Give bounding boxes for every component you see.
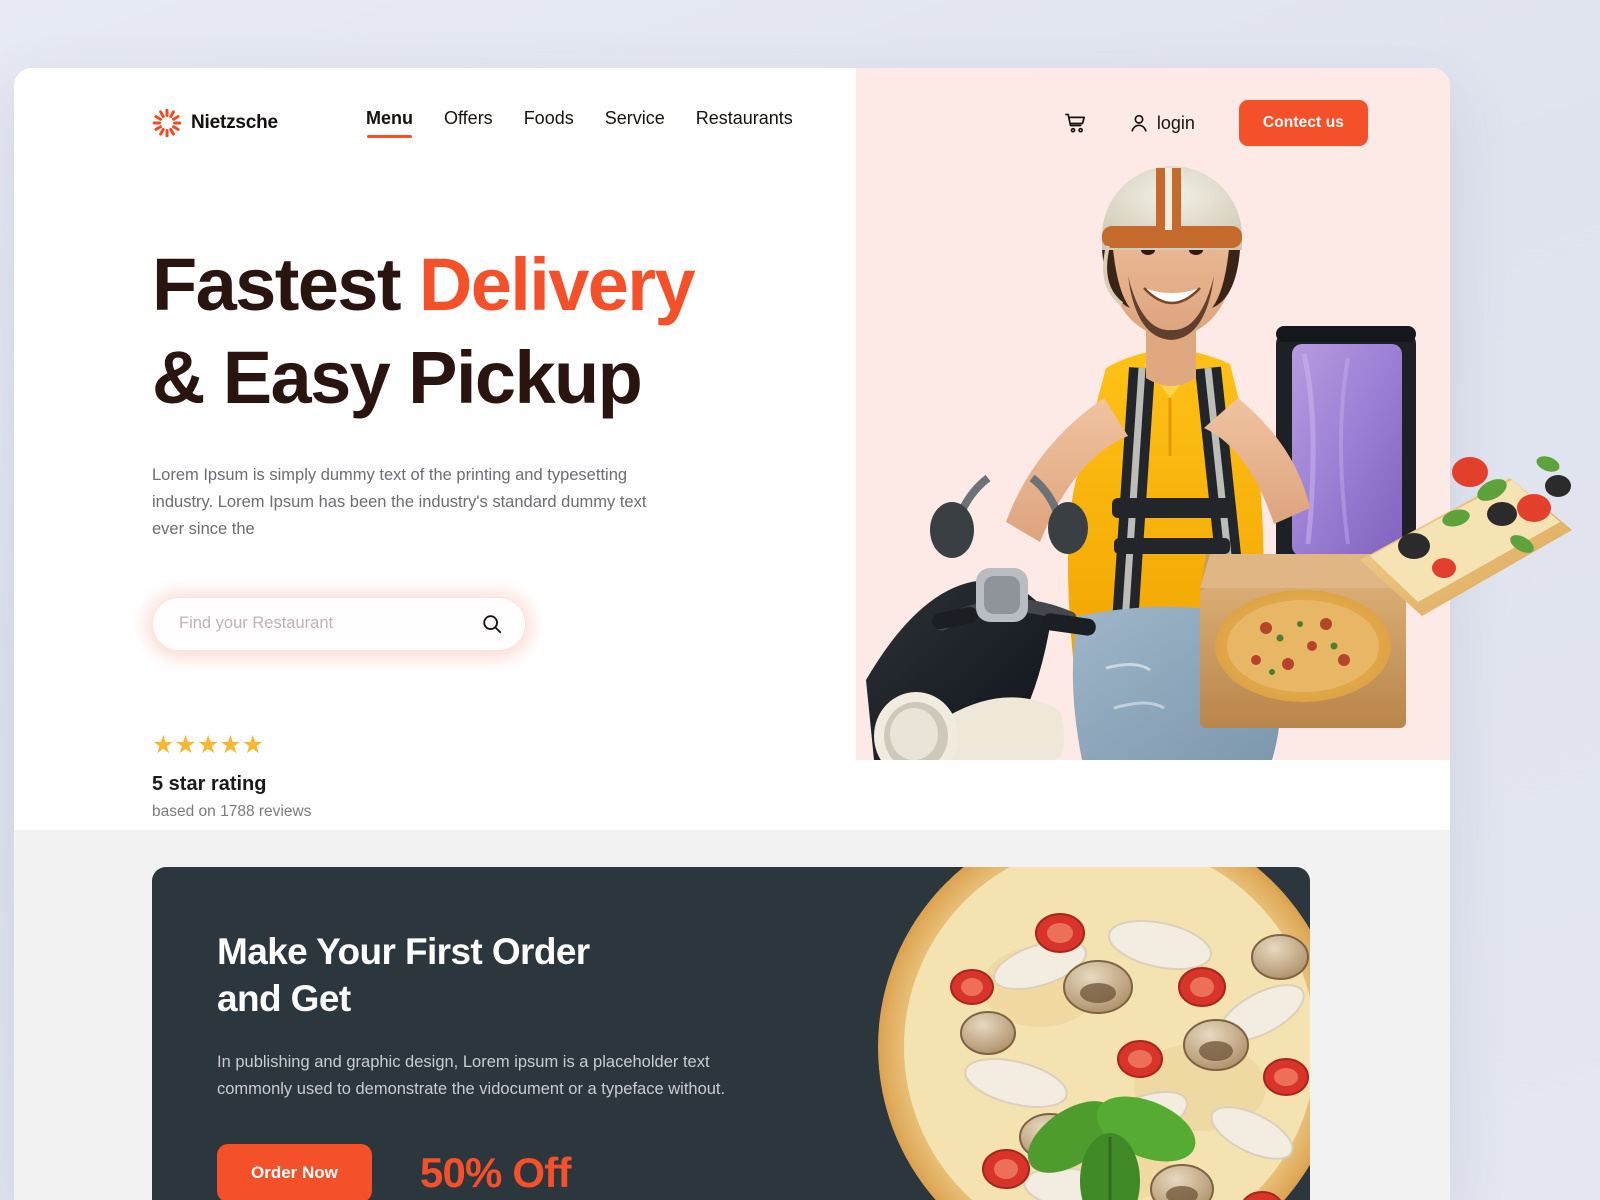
- headline-text-2: & Easy Pickup: [152, 336, 643, 420]
- main-navbar: Nietzsche Menu Offers Foods Service Rest…: [14, 68, 1450, 178]
- promo-title-line1: Make Your First Order: [217, 931, 590, 972]
- promo-paragraph: In publishing and graphic design, Lorem …: [217, 1052, 726, 1098]
- headline-accent: Delivery: [418, 243, 696, 326]
- nav-item-restaurants[interactable]: Restaurants: [696, 108, 793, 138]
- promo-actions: Order Now 50% Off: [217, 1144, 571, 1200]
- brand-logo[interactable]: Nietzsche: [152, 108, 278, 138]
- login-label: login: [1156, 112, 1195, 133]
- promo-section: Make Your First Order and Get In publish…: [14, 830, 1450, 1200]
- promo-pizza-image: [878, 867, 1310, 1200]
- promo-title: Make Your First Order and Get: [217, 929, 817, 1023]
- search-input[interactable]: [153, 614, 475, 634]
- nav-actions: login Contect us: [1064, 100, 1368, 146]
- hero-content: Fastest Delivery & Easy Pickup Lorem Ips…: [143, 238, 792, 821]
- user-icon: [1131, 114, 1147, 132]
- shopping-cart-icon[interactable]: [1064, 111, 1088, 135]
- restaurant-search: [143, 587, 535, 660]
- brand-name: Nietzsche: [191, 112, 278, 133]
- rating-subtitle: based on 1788 reviews: [152, 802, 312, 820]
- order-now-button[interactable]: Order Now: [217, 1144, 372, 1200]
- hero-paragraph: Lorem Ipsum is simply dummy text of the …: [152, 466, 647, 538]
- page-card: Nietzsche Menu Offers Foods Service Rest…: [14, 68, 1572, 1200]
- rating-title: 5 star rating: [152, 772, 267, 795]
- search-button[interactable]: [475, 613, 525, 635]
- promo-title-line2: and Get: [217, 977, 351, 1019]
- hero-headline: Fastest Delivery & Easy Pickup: [152, 238, 792, 424]
- nav-item-service[interactable]: Service: [605, 108, 665, 138]
- contact-us-button[interactable]: Contect us: [1238, 100, 1368, 146]
- login-button[interactable]: login: [1128, 112, 1195, 134]
- promo-card: Make Your First Order and Get In publish…: [152, 867, 1310, 1200]
- nav-item-foods[interactable]: Foods: [524, 108, 574, 138]
- sunburst-icon: [152, 108, 182, 138]
- headline-text-1: Fastest: [152, 243, 419, 326]
- search-box[interactable]: [152, 596, 526, 651]
- search-icon: [483, 614, 502, 633]
- promo-content: Make Your First Order and Get In publish…: [217, 929, 817, 1102]
- discount-label: 50% Off: [419, 1149, 572, 1196]
- star-rating: ★★★★★: [152, 730, 265, 759]
- nav-item-offers[interactable]: Offers: [444, 108, 493, 138]
- nav-item-menu[interactable]: Menu: [366, 108, 413, 138]
- rating-block: ★★★★★ 5 star rating based on 1788 review…: [152, 730, 792, 821]
- nav-links: Menu Offers Foods Service Restaurants: [366, 108, 793, 138]
- hero-section: Nietzsche Menu Offers Foods Service Rest…: [14, 68, 1572, 830]
- floating-pizza-slice: [1360, 456, 1572, 616]
